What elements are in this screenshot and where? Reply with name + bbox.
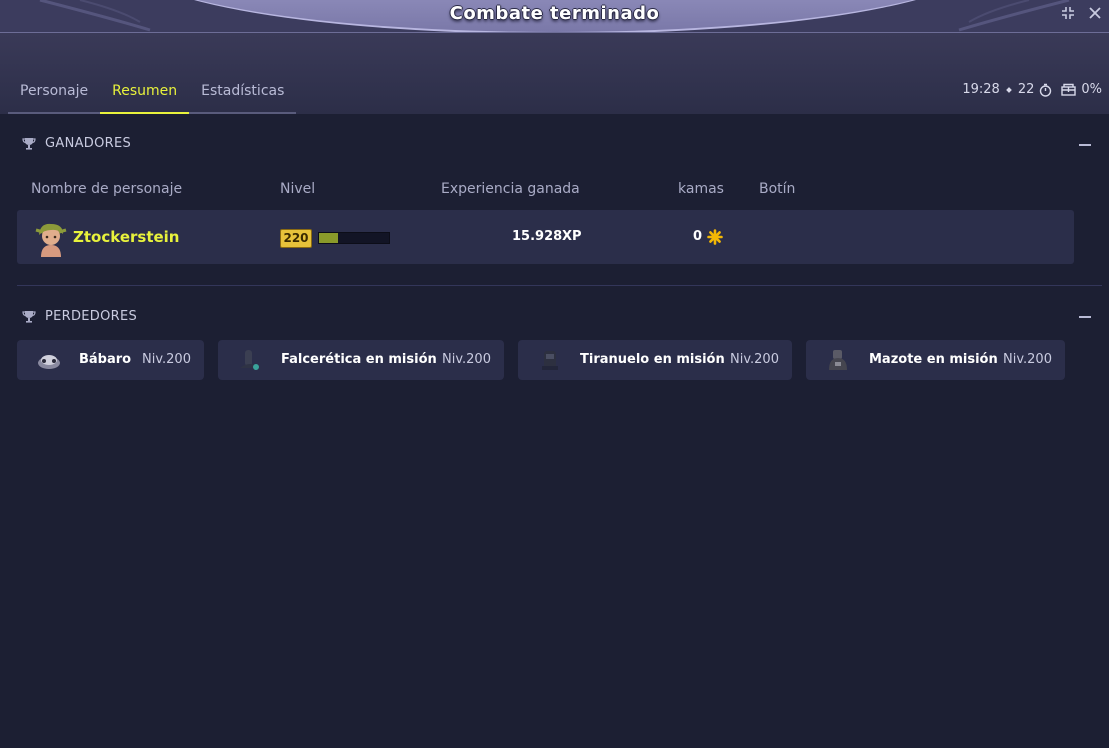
column-header-kamas: kamas (678, 181, 724, 197)
loser-card[interactable]: Tiranuelo en misión Niv.200 (518, 340, 792, 380)
loser-level: Niv.200 (442, 352, 491, 367)
monster-avatar (829, 350, 847, 370)
trophy-icon (22, 138, 36, 150)
summary-panel: GANADORES Nombre de personaje Nivel Expe… (0, 114, 1109, 748)
xp-progress-fill (319, 233, 338, 243)
loser-card[interactable]: Mazote en misión Niv.200 (806, 340, 1065, 380)
winners-collapse-button[interactable] (1079, 144, 1091, 146)
tab-estadisticas[interactable]: Estadísticas (189, 70, 297, 114)
loser-card[interactable]: Falcerética en misión Niv.200 (218, 340, 504, 380)
level-badge: 220 (280, 229, 312, 248)
section-divider (17, 285, 1102, 286)
column-header-level: Nivel (280, 181, 316, 197)
header: Personaje Resumen Estadísticas 19:28 22 … (0, 33, 1109, 114)
tab-bar: Personaje Resumen Estadísticas (8, 70, 297, 114)
fight-time: 19:28 (962, 82, 1000, 97)
losers-collapse-button[interactable] (1079, 316, 1091, 318)
separator-dot (1005, 86, 1012, 93)
character-avatar (35, 223, 67, 257)
monster-avatar (542, 351, 558, 370)
loser-name: Mazote en misión (869, 352, 998, 367)
winners-header[interactable]: GANADORES (22, 136, 131, 151)
window-title: Combate terminado (449, 3, 660, 24)
column-header-name: Nombre de personaje (31, 181, 183, 197)
kamas-icon (707, 229, 723, 245)
column-header-xp: Experiencia ganada (441, 181, 580, 197)
monster-avatar (38, 355, 60, 369)
losers-header[interactable]: PERDEDORES (22, 309, 137, 324)
winner-row[interactable]: Ztockerstein 220 15.928 XP 0 (17, 210, 1074, 264)
tab-personaje[interactable]: Personaje (8, 70, 101, 114)
loser-name: Falcerética en misión (281, 352, 437, 367)
xp-gained: 15.928 (512, 229, 563, 244)
loser-level: Niv.200 (142, 352, 191, 367)
drop-percent: 0% (1081, 82, 1102, 97)
trophy-icon (22, 311, 36, 323)
winners-title: GANADORES (45, 136, 132, 151)
xp-unit: XP (562, 229, 582, 244)
loser-level: Niv.200 (730, 352, 779, 367)
tab-resumen[interactable]: Resumen (100, 70, 190, 114)
turn-count: 22 (1017, 82, 1035, 97)
minimize-icon[interactable] (1060, 5, 1076, 21)
title-bar: Combate terminado (0, 0, 1109, 33)
monster-avatar (240, 350, 260, 370)
column-header-loot: Botín (759, 181, 796, 197)
chest-icon (1061, 83, 1077, 96)
loser-card[interactable]: Bábaro Niv.200 (17, 340, 204, 380)
loser-level: Niv.200 (1003, 352, 1052, 367)
close-icon[interactable] (1087, 5, 1103, 21)
timer-icon (1040, 83, 1052, 97)
kamas-gained: 0 (693, 229, 703, 244)
losers-title: PERDEDORES (45, 309, 138, 324)
fight-status: 19:28 22 0% (962, 82, 1102, 97)
loser-name: Bábaro (79, 352, 132, 367)
loser-name: Tiranuelo en misión (580, 352, 725, 367)
winner-name: Ztockerstein (73, 228, 180, 246)
xp-progress-bar (318, 232, 390, 244)
